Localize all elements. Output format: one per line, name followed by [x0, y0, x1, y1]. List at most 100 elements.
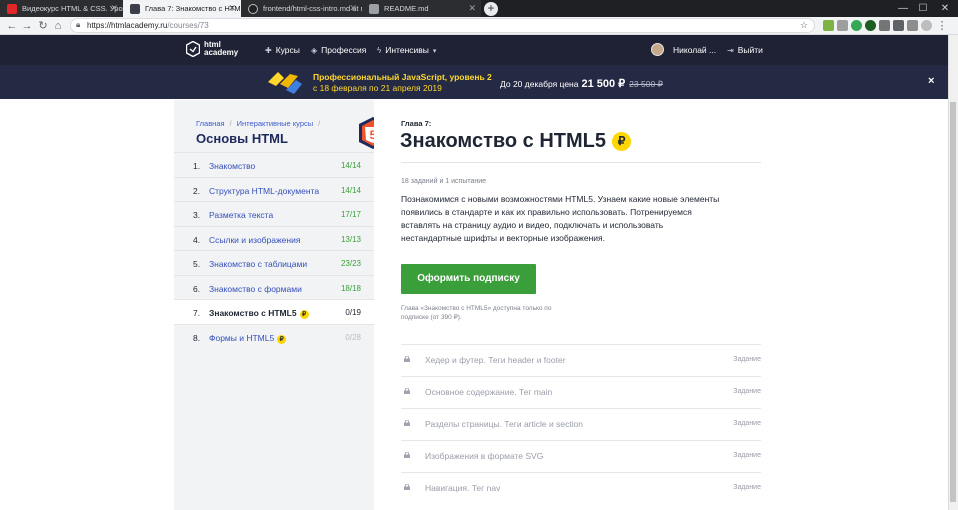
new-tab-button[interactable]: + [484, 2, 498, 16]
breadcrumb-home[interactable]: Главная [196, 119, 225, 128]
chapter-title[interactable]: Знакомство с HTML5 ₽ [209, 308, 309, 319]
lesson-type: Задание [733, 388, 761, 395]
chapter-progress: 23/23 [340, 259, 361, 268]
subscribe-button[interactable]: Оформить подписку [401, 264, 536, 294]
course-sidebar: Главная / Интерактивные курсы / Основы HTML… [174, 100, 387, 510]
lesson-item[interactable]: Хедер и футер. Теги header и footer Зада… [401, 344, 761, 376]
close-tab-icon[interactable]: ✕ [349, 0, 357, 17]
extension-icon[interactable] [879, 20, 890, 31]
chapter-description: Познакомимся с новыми возможностями HTML… [401, 194, 720, 243]
chevron-down-icon: ▾ [432, 48, 437, 55]
lesson-title: Основное содержание. Тег main [425, 387, 553, 397]
chapter-progress: 0/19 [345, 308, 361, 317]
chapter-progress: 13/13 [340, 234, 361, 244]
chapter-item-active[interactable]: 7. Знакомство с HTML5 ₽ 0/19 [174, 299, 374, 324]
minimize-button[interactable]: — [894, 0, 912, 17]
close-window-button[interactable]: ✕ [936, 0, 954, 17]
chapter-item[interactable]: 3. Разметка текста 17/17 [174, 201, 374, 226]
close-tab-icon[interactable]: ✕ [228, 0, 236, 17]
lesson-title: Изображения в формате SVG [425, 451, 544, 461]
chapter-item[interactable]: 6. Знакомство с формами 18/18 [174, 274, 374, 300]
ruble-coin-icon: ₽ [277, 334, 287, 344]
htmlacademy-favicon-icon [130, 4, 140, 14]
lesson-item[interactable]: Навигация. Тег nav Задание [401, 472, 761, 504]
extension-icon[interactable] [837, 20, 848, 31]
lightning-icon: ϟ [377, 46, 382, 55]
course-title[interactable]: Основы HTML [196, 131, 288, 146]
ruble-coin-icon: ₽ [612, 132, 632, 151]
lesson-item[interactable]: Основное содержание. Тег main Задание [401, 376, 761, 408]
nav-courses[interactable]: ✚ Курсы [265, 35, 300, 65]
maximize-button[interactable]: ☐ [914, 0, 932, 17]
extension-icon[interactable] [907, 20, 918, 31]
chapter-title[interactable]: Разметка текста [209, 210, 273, 220]
lesson-type: Задание [733, 420, 761, 427]
lesson-type: Задание [733, 484, 761, 491]
tasks-count: 18 заданий и 1 испытание [401, 178, 487, 185]
browser-tab-active[interactable]: Глава 7: Знакомство с HTML5 — ✕ [123, 0, 241, 17]
forward-arrow-icon[interactable]: → [20, 18, 34, 34]
chapter-item[interactable]: 4. Ссылки и изображения 13/13 [174, 225, 374, 251]
extension-icon[interactable] [851, 20, 862, 31]
lesson-item[interactable]: Разделы страницы. Теги article и section… [401, 408, 761, 440]
tab-title: frontend/html-css-intro.md at m [263, 4, 362, 13]
chapter-progress: 14/14 [340, 161, 361, 170]
chapter-title[interactable]: Знакомство с таблицами [209, 259, 307, 269]
browser-tab[interactable]: frontend/html-css-intro.md at m ✕ [241, 0, 362, 17]
site-header: html academy ✚ Курсы ◈ Профессия ϟ Интенсивы… [0, 35, 958, 65]
lock-icon [404, 484, 410, 490]
chapter-content: Глава 7: Знакомство с HTML5 ₽ 18 заданий … [374, 100, 948, 510]
logout-button[interactable]: ⇥ Выйти [727, 35, 763, 65]
back-arrow-icon[interactable]: ← [5, 18, 19, 34]
promo-js-icon [268, 72, 302, 94]
tab-title: Глава 7: Знакомство с HTML5 — [145, 4, 241, 13]
extension-icon[interactable] [823, 20, 834, 31]
github-icon [248, 4, 258, 14]
page-title: Знакомство с HTML5 ₽ [400, 130, 632, 153]
promo-banner[interactable]: Профессиональный JavaScript, уровень 2 с… [0, 65, 958, 99]
lock-icon [404, 452, 410, 458]
chapter-item[interactable]: 5. Знакомство с таблицами 23/23 [174, 250, 374, 275]
chapter-item[interactable]: 8. Формы и HTML5 ₽ 0/28 [174, 323, 374, 349]
tab-title: README.md [384, 4, 429, 13]
promo-old-price: 23 500 ₽ [629, 79, 663, 89]
bookmark-star-icon[interactable]: ☆ [800, 19, 808, 32]
chapter-item[interactable]: 2. Структура HTML-документа 14/14 [174, 176, 374, 202]
chapter-item[interactable]: 1. Знакомство 14/14 [174, 152, 374, 177]
avatar[interactable] [651, 43, 664, 56]
close-tab-icon[interactable]: ✕ [110, 0, 118, 17]
logout-icon: ⇥ [727, 46, 734, 55]
chapter-title[interactable]: Формы и HTML5 ₽ [209, 333, 287, 344]
chapter-progress: 17/17 [340, 210, 361, 219]
breadcrumb-courses[interactable]: Интерактивные курсы [237, 119, 314, 128]
address-bar[interactable]: 🔒︎ https://htmlacademy.ru/courses/73 ☆ [70, 18, 815, 33]
chapter-progress: 0/28 [345, 332, 361, 342]
browser-tab[interactable]: README.md ✕ [362, 0, 481, 17]
promo-title: Профессиональный JavaScript, уровень 2 [313, 72, 492, 82]
close-tab-icon[interactable]: ✕ [468, 0, 476, 17]
lesson-item[interactable]: Изображения в формате SVG Задание [401, 440, 761, 472]
nav-intensives[interactable]: ϟ Интенсивы ▾ [377, 35, 436, 65]
chapter-title[interactable]: Знакомство [209, 161, 255, 171]
scrollbar-thumb[interactable] [950, 102, 956, 502]
home-icon[interactable]: ⌂ [51, 18, 65, 34]
browser-tab-strip: Видеокурс HTML & CSS. Урок 1 ✕ Глава 7: … [0, 0, 958, 17]
chapter-title[interactable]: Структура HTML-документа [209, 186, 319, 196]
close-icon[interactable]: × [928, 75, 934, 87]
chapter-title[interactable]: Знакомство с формами [209, 284, 302, 294]
user-name[interactable]: Николай ... [673, 35, 716, 65]
chapter-title[interactable]: Ссылки и изображения [209, 235, 300, 245]
browser-toolbar: ← → ↻ ⌂ 🔒︎ https://htmlacademy.ru/course… [0, 17, 958, 35]
lesson-title: Разделы страницы. Теги article и section [425, 419, 584, 429]
document-icon [369, 4, 379, 14]
browser-tab[interactable]: Видеокурс HTML & CSS. Урок 1 ✕ [0, 0, 123, 17]
reload-icon[interactable]: ↻ [36, 18, 50, 34]
extension-icon[interactable] [893, 20, 904, 31]
extension-icon[interactable] [865, 20, 876, 31]
nav-profession[interactable]: ◈ Профессия [311, 35, 366, 65]
address-url[interactable]: https://htmlacademy.ru/courses/73 [87, 19, 209, 32]
lock-icon [404, 388, 410, 394]
profile-avatar-icon[interactable] [921, 20, 932, 31]
lesson-title: Хедер и футер. Теги header и footer [425, 355, 566, 365]
browser-menu-icon[interactable]: ⋮ [935, 18, 949, 34]
